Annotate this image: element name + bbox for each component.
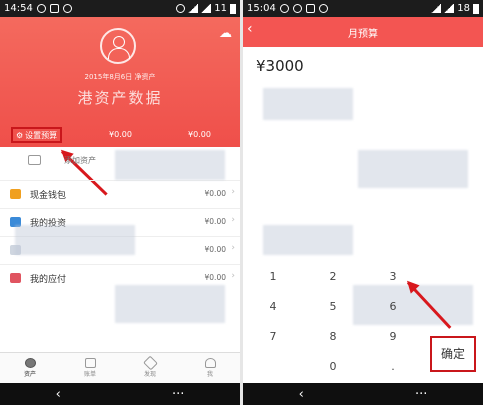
tab-me[interactable]: 我 [180,353,240,383]
key-8[interactable]: 8 [308,326,358,348]
key-1[interactable]: 1 [248,266,298,288]
settings-icon: ⚙ [16,130,24,140]
battery-level: 18 [457,3,470,14]
mosaic-overlay [263,88,353,120]
wifi-icon [431,4,442,13]
key-4[interactable]: 4 [248,296,298,318]
key-7[interactable]: 7 [248,326,298,348]
list-item[interactable]: 现金钱包 ¥0.00 › [0,180,240,208]
budget-row: ⚙ 设置预算 ¥0.00 ¥0.00 [0,127,240,143]
mosaic-overlay [115,150,225,180]
key-0[interactable]: 0 [308,356,358,378]
chevron-right-icon: › [231,243,235,253]
tab-label: 账单 [83,371,96,378]
status-bar: 15:04 18 [243,0,483,17]
key-dot[interactable]: . [368,356,418,378]
check-icon [62,4,72,13]
title-bar: ‹ 月预算 [243,17,483,47]
check-icon [318,4,328,13]
wallet-icon [10,189,21,199]
tab-label: 我 [206,371,213,378]
alarm-icon [176,4,186,13]
battery-icon [230,3,236,14]
list-item-value: ¥0.00 [204,273,226,282]
payable-icon [10,273,21,283]
status-time: 14:54 [4,3,33,14]
net-asset-value: 港资产数据 [77,89,163,107]
status-bar: 14:54 11 [0,0,240,17]
money-bag-icon [24,358,36,368]
list-item-value: ¥0.00 [204,245,226,254]
add-asset-label: 添加资产 [64,156,96,165]
chevron-right-icon: › [231,187,235,197]
menu-button[interactable]: ··· [415,387,427,402]
battery-icon [473,3,479,14]
wifi-icon [188,4,199,13]
budget-amount: ¥0.00 [109,130,132,139]
asset-screen: 14:54 11 ☁ 2015年8月6日 净资产 港资产数据 ⚙ 设置预算 ¥0… [0,0,240,405]
net-asset-date: 2015年8月6日 净资产 [84,73,156,81]
bottom-tab-bar: 资产 账单 发现 我 [0,352,240,383]
key-2[interactable]: 2 [308,266,358,288]
notification-icon [292,4,302,13]
status-time: 15:04 [247,3,276,14]
add-asset-icon [28,155,41,165]
key-6[interactable]: 6 [368,296,418,318]
chevron-right-icon: › [231,215,235,225]
person-icon [204,358,216,368]
key-5[interactable]: 5 [308,296,358,318]
list-item-label: 现金钱包 [30,191,67,201]
battery-level: 11 [214,3,227,14]
notification-icon [36,4,46,13]
tab-bills[interactable]: 账单 [60,353,120,383]
list-item-value: ¥0.00 [204,189,226,198]
system-nav-bar: ‹ ··· [243,383,483,405]
mosaic-overlay [115,285,225,323]
menu-button[interactable]: ··· [172,387,184,402]
system-nav-bar: ‹ ··· [0,383,240,405]
message-icon [279,4,289,13]
page-title: 月预算 [348,29,378,40]
remaining-amount: ¥0.00 [188,130,211,139]
confirm-button[interactable]: 确定 [430,336,476,372]
key-9[interactable]: 9 [368,326,418,348]
asset-header: ☁ 2015年8月6日 净资产 港资产数据 ⚙ 设置预算 ¥0.00 ¥0.00 [0,17,240,147]
avatar[interactable] [100,28,136,64]
set-budget-label: 设置预算 [25,130,58,140]
list-item-label: 我的应付 [30,275,67,285]
budget-amount[interactable]: ¥3000 [256,57,304,75]
set-budget-button[interactable]: ⚙ 设置预算 [11,127,63,143]
tab-label: 资产 [23,371,36,378]
bill-icon [84,358,96,368]
image-icon [305,4,315,13]
tab-discover[interactable]: 发现 [120,353,180,383]
mosaic-overlay [15,225,135,255]
back-button[interactable]: ‹ [299,387,304,402]
back-button[interactable]: ‹ [56,387,61,402]
signal-icon [444,4,455,13]
budget-screen: 15:04 18 ‹ 月预算 ¥3000 1 2 3 4 5 6 7 8 9 0… [243,0,483,405]
chevron-right-icon: › [231,271,235,281]
mosaic-overlay [358,150,468,188]
image-icon [49,4,59,13]
tab-assets[interactable]: 资产 [0,353,60,383]
mosaic-overlay [263,225,353,255]
cloud-sync-icon[interactable]: ☁ [219,26,232,41]
tab-label: 发现 [143,371,156,378]
signal-icon [201,4,212,13]
list-item-value: ¥0.00 [204,217,226,226]
